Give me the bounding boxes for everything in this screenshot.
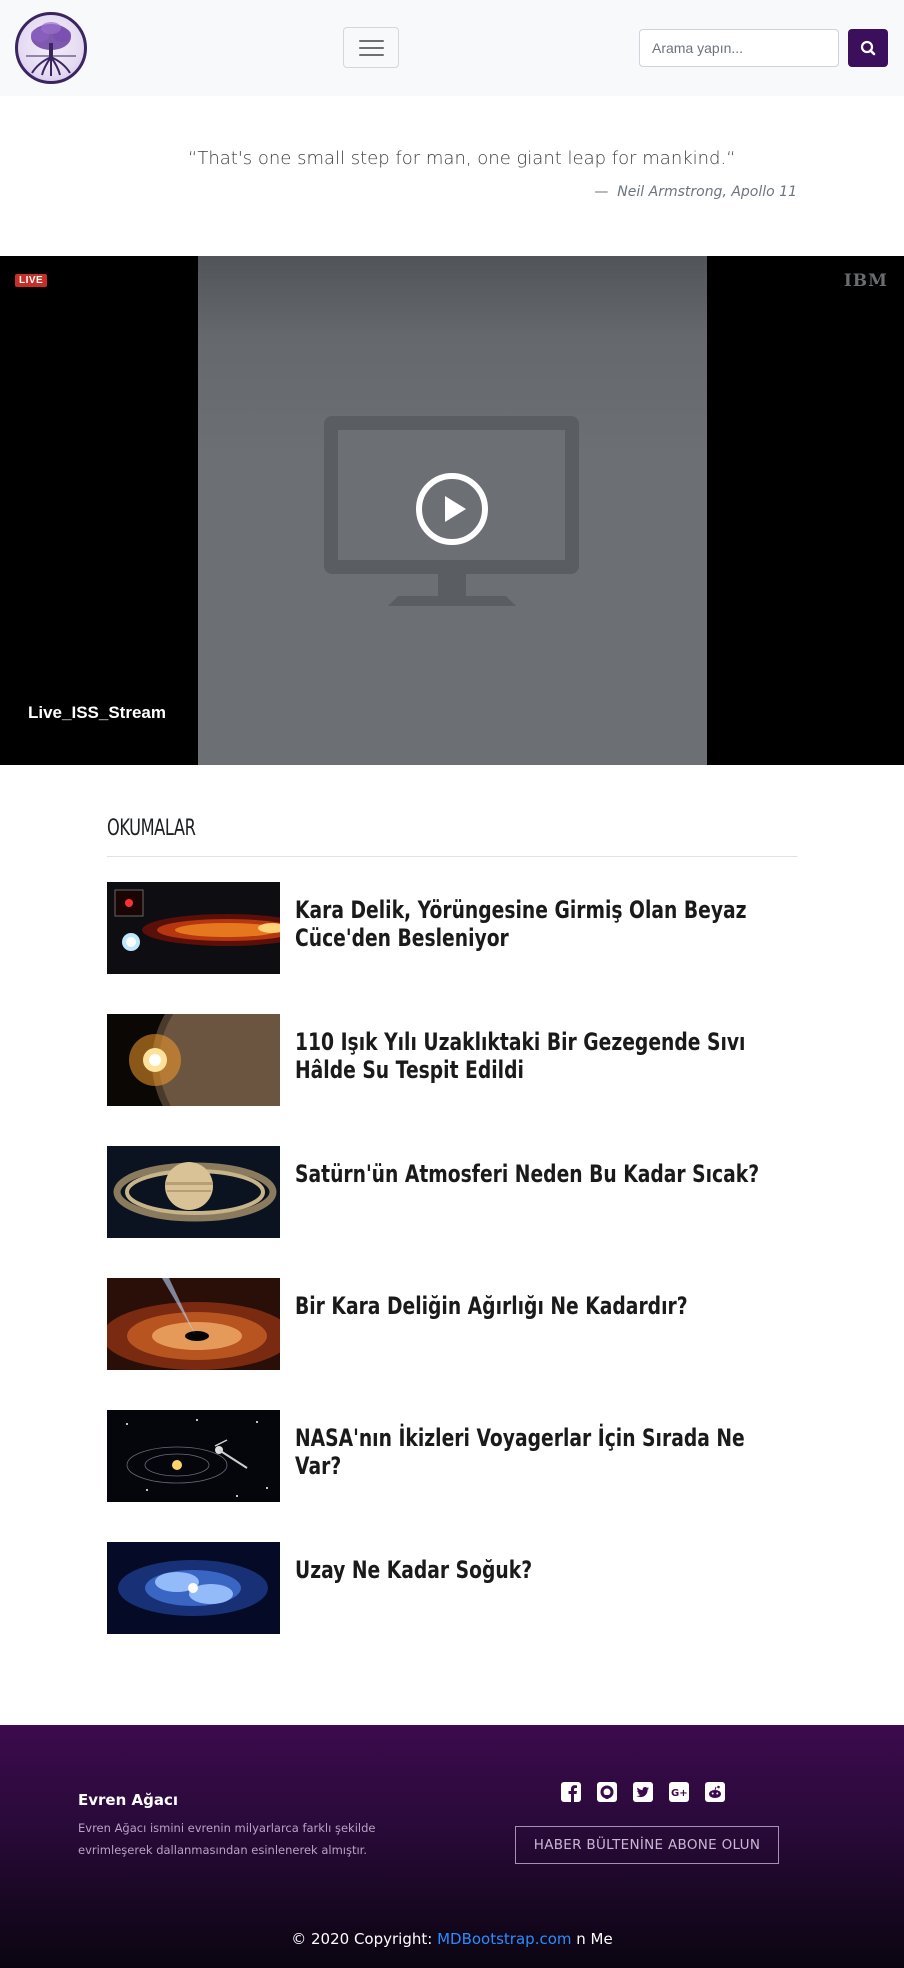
readings-section: OKUMALAR Kara Delik, Yörüngesine Girmiş … [107, 812, 798, 1634]
article-title[interactable]: 110 Işık Yılı Uzaklıktaki Bir Gezegende … [295, 1028, 795, 1084]
twitter-icon[interactable] [632, 1781, 654, 1803]
ibm-logo: IBM [843, 271, 888, 291]
article-item[interactable]: Satürn'ün Atmosferi Neden Bu Kadar Sıcak… [107, 1146, 797, 1238]
google-plus-icon[interactable]: G+ [668, 1781, 690, 1803]
voyager-solar-system-image [107, 1410, 280, 1502]
footer-title: Evren Ağacı [78, 1791, 178, 1809]
article-title[interactable]: Uzay Ne Kadar Soğuk? [295, 1556, 795, 1584]
article-title[interactable]: Satürn'ün Atmosferi Neden Bu Kadar Sıcak… [295, 1160, 795, 1188]
play-button[interactable] [415, 472, 489, 546]
social-links: G+ [560, 1781, 726, 1803]
live-badge: LIVE [15, 274, 48, 287]
hamburger-line [359, 54, 384, 56]
article-thumbnail[interactable] [107, 1014, 280, 1106]
copyright-prefix: © 2020 Copyright: [291, 1930, 433, 1948]
reddit-icon[interactable] [704, 1781, 726, 1803]
copyright: © 2020 Copyright: MDBootstrap.com n Me [0, 1930, 904, 1948]
article-item[interactable]: NASA'nın İkizleri Voyagerlar İçin Sırada… [107, 1410, 797, 1502]
hamburger-line [359, 47, 384, 49]
github-icon[interactable] [596, 1781, 618, 1803]
site-footer: Evren Ağacı Evren Ağacı ismini evrenin m… [0, 1725, 904, 1968]
article-thumbnail[interactable] [107, 1410, 280, 1502]
search-button[interactable] [848, 29, 888, 67]
navbar [0, 0, 904, 96]
article-item[interactable]: Bir Kara Deliğin Ağırlığı Ne Kadardır? [107, 1278, 797, 1370]
article-title[interactable]: Bir Kara Deliğin Ağırlığı Ne Kadardır? [295, 1292, 795, 1320]
footer-description: Evren Ağacı ismini evrenin milyarlarca f… [78, 1821, 376, 1857]
black-hole-accretion-disk-image [107, 1278, 280, 1370]
search-icon [860, 40, 876, 56]
hamburger-line [359, 40, 384, 42]
facebook-icon[interactable] [560, 1781, 582, 1803]
newsletter-subscribe-button[interactable]: HABER BÜLTENİNE ABONE OLUN [515, 1826, 779, 1864]
tree-of-life-icon [26, 22, 76, 76]
article-item[interactable]: 110 Işık Yılı Uzaklıktaki Bir Gezegende … [107, 1014, 797, 1106]
saturn-image [107, 1146, 280, 1238]
article-thumbnail[interactable] [107, 1542, 280, 1634]
quote-dash: — [594, 184, 609, 200]
article-item[interactable]: Kara Delik, Yörüngesine Girmiş Olan Beya… [107, 882, 797, 974]
menu-toggle-button[interactable] [343, 27, 399, 68]
stream-title: Live_ISS_Stream [28, 703, 166, 722]
article-thumbnail[interactable] [107, 1146, 280, 1238]
video-player[interactable]: LIVE IBM Live_ISS_Stream [0, 256, 904, 765]
quote-attribution: — Neil Armstrong, Apollo 11 [594, 184, 797, 200]
article-item[interactable]: Uzay Ne Kadar Soğuk? [107, 1542, 797, 1634]
svg-text:G+: G+ [671, 1788, 688, 1799]
boomerang-nebula-image [107, 1542, 280, 1634]
article-thumbnail[interactable] [107, 882, 280, 974]
quote-source: Neil Armstrong, Apollo 11 [617, 184, 797, 200]
quote-text: “That's one small step for man, one gian… [188, 148, 736, 169]
article-title[interactable]: NASA'nın İkizleri Voyagerlar İçin Sırada… [295, 1424, 795, 1480]
section-heading: OKUMALAR [107, 812, 798, 857]
quote-section: “That's one small step for man, one gian… [0, 96, 904, 256]
copyright-suffix: n Me [576, 1930, 613, 1948]
black-hole-white-dwarf-image [107, 882, 280, 974]
search-input[interactable] [639, 29, 839, 67]
article-title[interactable]: Kara Delik, Yörüngesine Girmiş Olan Beya… [295, 896, 795, 952]
article-thumbnail[interactable] [107, 1278, 280, 1370]
play-icon [416, 473, 488, 545]
copyright-link[interactable]: MDBootstrap.com [437, 1930, 571, 1948]
site-logo[interactable] [15, 12, 87, 84]
exoplanet-sunrise-image [107, 1014, 280, 1106]
